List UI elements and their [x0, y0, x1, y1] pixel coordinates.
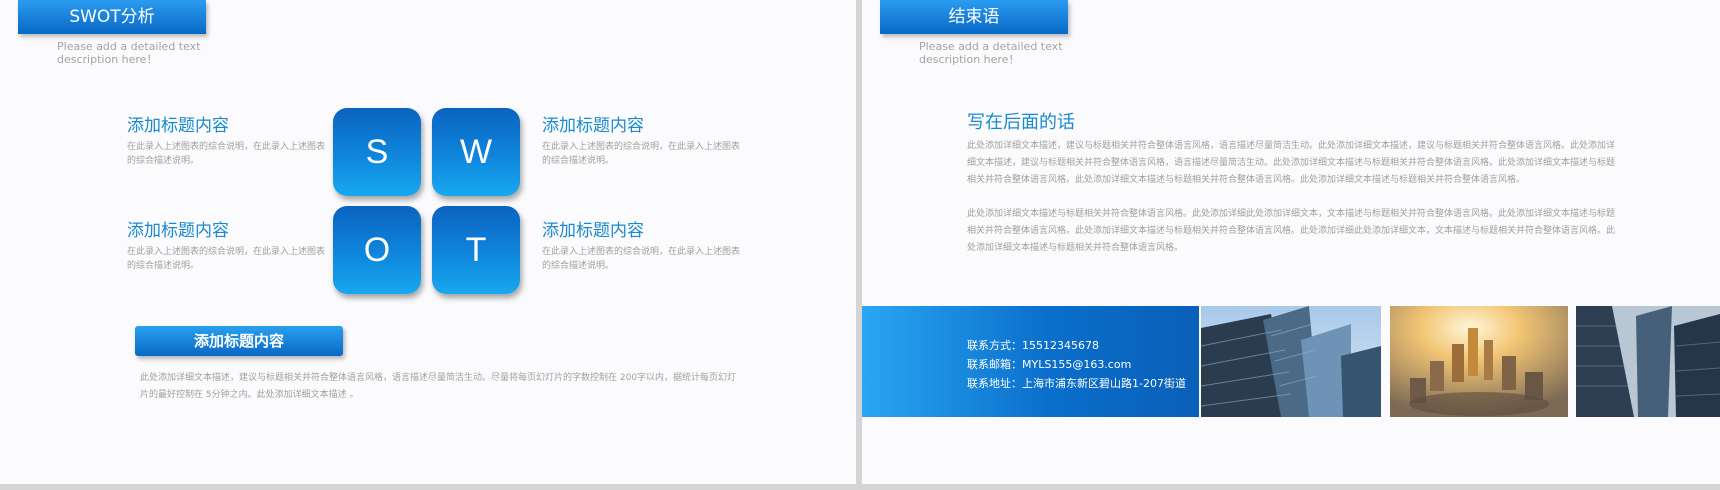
- aerial-city-image: [1390, 306, 1568, 417]
- subtitle-line-2: description here！: [919, 53, 1020, 66]
- closing-paragraph-2: 此处添加详细文本描述与标题相关并符合整体语言风格。此处添加详细此处添加详细文本，…: [967, 209, 1616, 253]
- slide-subtitle: Please add a detailed text description h…: [919, 40, 1079, 66]
- subtitle-line-2: description here！: [57, 53, 158, 66]
- swot-tile-o: O: [333, 206, 421, 294]
- slide-title-tab: SWOT分析: [18, 0, 206, 34]
- city-photo-skyscrapers: [1201, 306, 1381, 417]
- subtitle-line-1: Please add a detailed text: [57, 40, 201, 53]
- item-title-top-right: 添加标题内容: [542, 116, 644, 136]
- slide-swot: SWOT分析 Please add a detailed text descri…: [0, 0, 856, 484]
- swot-tile-t: T: [432, 206, 520, 294]
- contact-email: 联系邮箱：MYLS155@163.com: [967, 358, 1132, 371]
- closing-paragraph-1: 此处添加详细文本描述，建议与标题相关并符合整体语言风格，语言描述尽量简洁生动。此…: [967, 141, 1616, 185]
- item-desc-bottom-right: 在此录入上述图表的综合说明，在此录入上述图表的综合描述说明。: [542, 247, 741, 271]
- closing-heading: 写在后面的话: [967, 112, 1075, 133]
- skyscraper-image: [1201, 306, 1381, 417]
- item-desc-top-right: 在此录入上述图表的综合说明，在此录入上述图表的综合描述说明。: [542, 142, 741, 166]
- slide-closing: 结束语 Please add a detailed text descripti…: [862, 0, 1720, 484]
- section-body-text: 此处添加详细文本描述，建议与标题相关并符合整体语言风格，语言描述尽量简洁生动。尽…: [140, 373, 737, 400]
- item-title-top-left: 添加标题内容: [127, 116, 229, 136]
- item-title-bottom-left: 添加标题内容: [127, 221, 229, 241]
- contact-address: 联系地址：上海市浦东新区碧山路1-207街道: [967, 377, 1186, 390]
- item-title-bottom-right: 添加标题内容: [542, 221, 644, 241]
- slide-title-tab: 结束语: [880, 0, 1068, 34]
- swot-tile-w: W: [432, 108, 520, 196]
- slide-subtitle: Please add a detailed text description h…: [57, 40, 217, 66]
- item-desc-top-left: 在此录入上述图表的综合说明，在此录入上述图表的综合描述说明。: [127, 142, 326, 166]
- city-photo-towers: [1576, 306, 1720, 417]
- city-photo-aerial: [1390, 306, 1568, 417]
- subtitle-line-1: Please add a detailed text: [919, 40, 1063, 53]
- contact-panel: 联系方式：15512345678 联系邮箱：MYLS155@163.com 联系…: [862, 306, 1199, 417]
- towers-image: [1576, 306, 1720, 417]
- section-banner: 添加标题内容: [135, 326, 343, 356]
- swot-tile-s: S: [333, 108, 421, 196]
- contact-phone: 联系方式：15512345678: [967, 339, 1099, 352]
- item-desc-bottom-left: 在此录入上述图表的综合说明，在此录入上述图表的综合描述说明。: [127, 247, 326, 271]
